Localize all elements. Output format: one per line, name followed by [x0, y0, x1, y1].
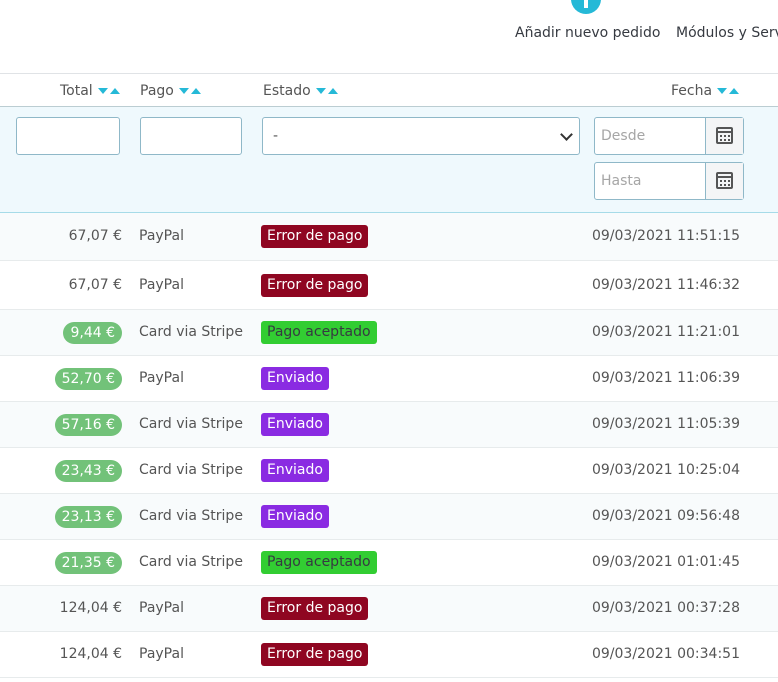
order-date: 09/03/2021 11:21:01: [591, 324, 740, 340]
column-header-date: Fecha: [671, 74, 740, 107]
table-header: Total Pago Estado Fecha: [0, 74, 778, 107]
modules-services-label: Módulos y Serv: [676, 25, 778, 41]
sort-asc-icon[interactable]: [190, 88, 201, 94]
status-filter-value: -: [273, 128, 279, 144]
table-row[interactable]: 52,70 € PayPal Enviado 09/03/2021 11:06:39: [0, 356, 778, 402]
order-payment-method: Card via Stripe: [139, 324, 243, 340]
order-total: 124,04 €: [59, 646, 122, 662]
sort-controls-total: [97, 88, 120, 94]
table-row[interactable]: 9,44 € Card via Stripe Pago aceptado 09/03/…: [0, 310, 778, 356]
table-row[interactable]: 67,07 € PayPal Error de pago 09/03/2021 11:…: [0, 261, 778, 310]
date-from-calendar-button[interactable]: [705, 118, 743, 154]
sort-desc-icon[interactable]: [315, 88, 326, 94]
order-total-badge: 9,44 €: [63, 322, 122, 344]
sort-asc-icon[interactable]: [729, 88, 740, 94]
date-from-group: Desde: [594, 117, 744, 155]
column-title-status: Estado: [263, 83, 311, 99]
order-status-badge: Error de pago: [261, 274, 369, 297]
sort-desc-icon[interactable]: [97, 88, 108, 94]
sort-desc-icon[interactable]: [178, 88, 189, 94]
calendar-icon: [716, 172, 733, 189]
column-title-total: Total: [60, 83, 93, 99]
date-to-input[interactable]: Hasta: [601, 173, 641, 189]
order-status-badge: Error de pago: [261, 643, 369, 666]
date-to-calendar-button[interactable]: [705, 163, 743, 199]
order-date: 09/03/2021 01:01:45: [591, 554, 740, 570]
order-total: 67,07 €: [68, 228, 122, 244]
order-payment-method: PayPal: [139, 646, 184, 662]
payment-filter-input[interactable]: [140, 117, 242, 155]
order-status-badge: Error de pago: [261, 225, 369, 248]
date-from-input[interactable]: Desde: [601, 128, 645, 144]
order-payment-method: PayPal: [139, 600, 184, 616]
order-date: 09/03/2021 11:06:39: [591, 370, 740, 386]
table-row[interactable]: 57,16 € Card via Stripe Enviado 09/03/2021 …: [0, 402, 778, 448]
table-row[interactable]: 21,35 € Card via Stripe Pago aceptado 09/03…: [0, 540, 778, 586]
column-header-payment: Pago: [140, 74, 201, 107]
order-date: 09/03/2021 11:05:39: [591, 416, 740, 432]
order-status-badge: Enviado: [261, 413, 329, 436]
column-title-payment: Pago: [140, 83, 174, 99]
status-filter-select[interactable]: -: [262, 117, 580, 155]
column-header-status: Estado: [263, 74, 338, 107]
sort-asc-icon[interactable]: [327, 88, 338, 94]
chevron-down-icon: [560, 128, 573, 141]
table-row[interactable]: 67,07 € PayPal Error de pago 09/03/2021 11:…: [0, 213, 778, 261]
order-payment-method: Card via Stripe: [139, 554, 243, 570]
order-payment-method: PayPal: [139, 370, 184, 386]
order-total-badge: 23,43 €: [54, 460, 122, 482]
add-new-order-button[interactable]: Añadir nuevo pedido: [515, 0, 660, 74]
calendar-icon: [716, 127, 733, 144]
sort-controls-payment: [178, 88, 201, 94]
order-date: 09/03/2021 11:51:15: [591, 228, 740, 244]
modules-services-button[interactable]: Módulos y Serv: [676, 0, 778, 74]
order-total: 67,07 €: [68, 277, 122, 293]
order-status-badge: Enviado: [261, 367, 329, 390]
order-status-badge: Pago aceptado: [261, 321, 377, 344]
sort-controls-status: [315, 88, 338, 94]
sort-desc-icon[interactable]: [717, 88, 728, 94]
column-title-date: Fecha: [671, 83, 713, 99]
order-status-badge: Enviado: [261, 459, 329, 482]
add-circle-icon: [571, 0, 601, 14]
order-date: 09/03/2021 09:56:48: [591, 508, 740, 524]
order-date: 09/03/2021 00:34:51: [591, 646, 740, 662]
order-total-badge: 23,13 €: [54, 506, 122, 528]
order-date: 09/03/2021 00:37:28: [591, 600, 740, 616]
order-payment-method: Card via Stripe: [139, 462, 243, 478]
table-row[interactable]: 23,43 € Card via Stripe Enviado 09/03/2021 …: [0, 448, 778, 494]
page-toolbar: Añadir nuevo pedido Módulos y Serv: [0, 0, 778, 74]
order-payment-method: Card via Stripe: [139, 508, 243, 524]
date-to-group: Hasta: [594, 162, 744, 200]
order-date: 09/03/2021 10:25:04: [591, 462, 740, 478]
order-payment-method: PayPal: [139, 228, 184, 244]
order-status-badge: Pago aceptado: [261, 551, 377, 574]
order-total-badge: 52,70 €: [54, 368, 122, 390]
order-status-badge: Error de pago: [261, 597, 369, 620]
order-total: 124,04 €: [59, 600, 122, 616]
total-filter-input[interactable]: [16, 117, 120, 155]
sort-controls-date: [717, 88, 740, 94]
table-row[interactable]: 124,04 € PayPal Error de pago 09/03/2021 00…: [0, 632, 778, 678]
filter-row: - Desde Hasta: [0, 107, 778, 213]
column-header-total: Total: [60, 74, 120, 107]
table-row[interactable]: 124,04 € PayPal Error de pago 09/03/2021 00…: [0, 586, 778, 632]
order-total-badge: 21,35 €: [54, 552, 122, 574]
order-date: 09/03/2021 11:46:32: [591, 277, 740, 293]
sort-asc-icon[interactable]: [109, 88, 120, 94]
order-total-badge: 57,16 €: [54, 414, 122, 436]
order-status-badge: Enviado: [261, 505, 329, 528]
order-payment-method: Card via Stripe: [139, 416, 243, 432]
add-new-order-label: Añadir nuevo pedido: [515, 25, 661, 41]
table-row[interactable]: 23,13 € Card via Stripe Enviado 09/03/2021 …: [0, 494, 778, 540]
order-payment-method: PayPal: [139, 277, 184, 293]
